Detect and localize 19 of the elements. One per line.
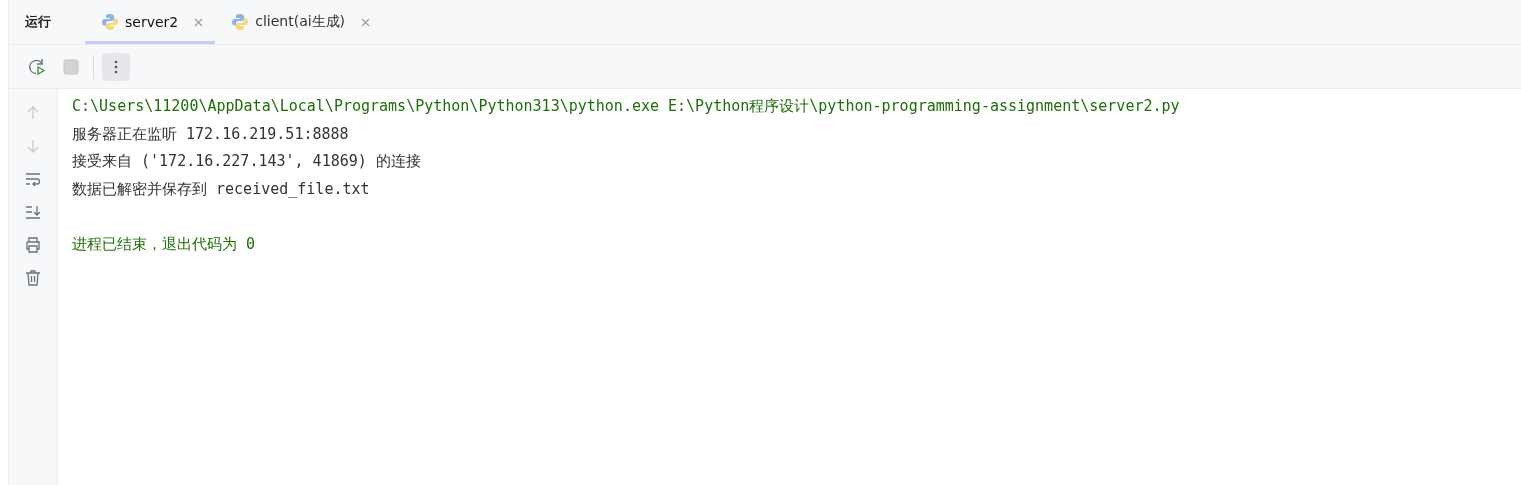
console-line: 进程已结束，退出代码为 0 — [72, 233, 257, 255]
close-icon[interactable] — [194, 17, 204, 27]
soft-wrap-icon — [24, 170, 42, 188]
console-line: 接受来自 ('172.16.227.143', 41869) 的连接 — [72, 151, 422, 172]
console-line: 数据已解密并保存到 received_file.txt — [72, 178, 371, 200]
trash-icon — [24, 269, 42, 287]
python-icon — [231, 13, 250, 31]
rerun-icon — [27, 56, 47, 77]
python-icon — [101, 13, 119, 31]
console-line: 服务器正在监听 172.16.219.51:8888 — [72, 123, 350, 145]
more-icon — [114, 58, 118, 75]
console-line: C:\Users\11200\AppData\Local\Programs\Python\Python313\python.exe E:\Python程序设计\python-programming-assignment\server2.py — [72, 96, 1181, 117]
run-tab[interactable]: client(ai生成) — [215, 0, 383, 44]
stop-icon — [63, 58, 79, 75]
scroll-to-end-icon — [24, 203, 42, 221]
printer-icon — [24, 236, 42, 254]
more-button[interactable] — [102, 52, 130, 81]
panel-title: 运行 — [25, 13, 51, 31]
close-icon[interactable] — [361, 17, 371, 27]
